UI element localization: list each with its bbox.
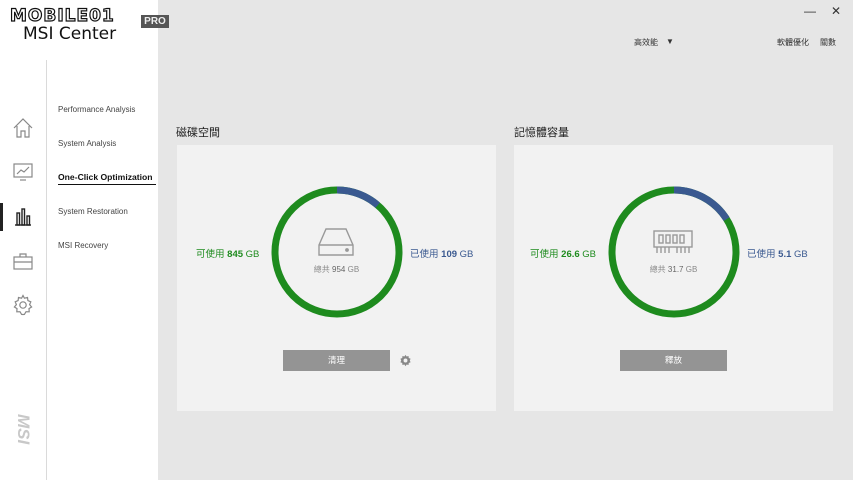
memory-card: 總共 31.7 GB 可使用 26.6 GB 已使用 5.1 GB 釋放 xyxy=(514,145,833,411)
disk-card: 總共 954 GB 可使用 845 GB 已使用 109 GB 清理 xyxy=(177,145,496,411)
disk-section-title: 磁碟空間 xyxy=(176,127,220,139)
memory-used-value: 5.1 xyxy=(778,249,792,260)
sub-menu: Performance Analysis System Analysis One… xyxy=(47,60,158,480)
software-optimize-link[interactable]: 軟體優化 xyxy=(777,37,809,48)
close-button[interactable]: ✕ xyxy=(826,4,846,18)
bar-chart-icon[interactable] xyxy=(11,204,35,228)
about-link[interactable]: 關數 xyxy=(820,37,836,48)
disk-used: 已使用 109 GB xyxy=(410,246,473,260)
logo-badge: PRO xyxy=(141,15,169,28)
memory-available-value: 26.6 xyxy=(561,249,580,260)
msi-vertical-text: MSI xyxy=(14,414,32,446)
clean-button[interactable]: 清理 xyxy=(283,350,390,371)
memory-total-prefix: 總共 xyxy=(649,265,666,274)
menu-performance-analysis[interactable]: Performance Analysis xyxy=(58,105,135,114)
menu-system-analysis[interactable]: System Analysis xyxy=(58,139,116,148)
memory-used-unit: GB xyxy=(794,249,808,260)
monitor-chart-icon[interactable] xyxy=(11,160,35,184)
disk-total-value: 954 xyxy=(332,265,346,274)
disk-total-unit: GB xyxy=(347,265,360,274)
memory-section-title: 記憶體容量 xyxy=(514,127,569,139)
memory-total-unit: GB xyxy=(685,265,698,274)
active-underline xyxy=(58,184,156,185)
memory-total-value: 31.7 xyxy=(667,265,684,274)
ram-module-icon xyxy=(653,230,693,253)
disk-available: 可使用 845 GB xyxy=(196,246,259,260)
release-button[interactable]: 釋放 xyxy=(620,350,727,371)
hard-drive-icon xyxy=(318,228,354,256)
disk-used-value: 109 xyxy=(441,249,458,260)
title-bar: MOBILE01 PRO MSI Center — ✕ 高效能 ▼ 軟體優化 關… xyxy=(0,0,853,60)
active-indicator xyxy=(0,203,3,231)
memory-used: 已使用 5.1 GB xyxy=(747,246,808,260)
disk-used-unit: GB xyxy=(459,249,474,260)
memory-available-prefix: 可使用 xyxy=(530,249,559,260)
chevron-down-icon[interactable]: ▼ xyxy=(666,37,674,46)
msi-logo-icon: MSI xyxy=(14,414,32,446)
logo: MOBILE01 PRO MSI Center xyxy=(0,0,169,60)
disk-available-unit: GB xyxy=(245,249,260,260)
logo-brand: MOBILE01 xyxy=(9,5,115,26)
minimize-button[interactable]: — xyxy=(800,4,820,18)
memory-available-unit: GB xyxy=(582,249,597,260)
settings-gear-icon[interactable] xyxy=(399,354,412,367)
settings-gear-icon[interactable] xyxy=(11,293,35,317)
home-icon[interactable] xyxy=(11,116,35,140)
icon-sidebar: MSI xyxy=(0,60,47,480)
app-title: MSI Center xyxy=(23,24,117,44)
disk-used-prefix: 已使用 xyxy=(410,249,439,260)
disk-available-value: 845 xyxy=(227,249,244,260)
disk-total-prefix: 總共 xyxy=(313,265,330,274)
disk-available-prefix: 可使用 xyxy=(196,249,225,260)
menu-system-restoration[interactable]: System Restoration xyxy=(58,207,128,216)
performance-mode-select[interactable]: 高效能 xyxy=(634,37,658,48)
menu-one-click-optimization[interactable]: One-Click Optimization xyxy=(58,172,153,182)
disk-total: 總共 954 GB xyxy=(177,264,496,275)
toolbox-icon[interactable] xyxy=(11,249,35,273)
memory-total: 總共 31.7 GB xyxy=(514,264,833,275)
memory-available: 可使用 26.6 GB xyxy=(530,246,596,260)
memory-used-prefix: 已使用 xyxy=(747,249,776,260)
menu-msi-recovery[interactable]: MSI Recovery xyxy=(58,241,108,250)
